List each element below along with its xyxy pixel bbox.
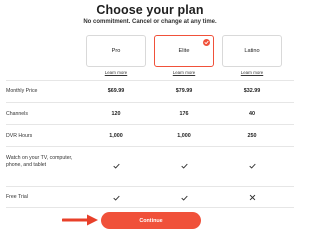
check-icon [222, 163, 282, 169]
learn-more-link-latino[interactable]: Learn more [222, 70, 282, 75]
plan-card-elite[interactable]: Elite [154, 35, 214, 67]
learn-more-link-pro[interactable]: Learn more [86, 70, 146, 75]
dvr-pro: 1,000 [109, 133, 123, 139]
channels-elite: 176 [179, 111, 189, 117]
learn-more-link-elite[interactable]: Learn more [154, 70, 214, 75]
arrow-right-icon [61, 213, 100, 232]
plan-name: Elite [178, 48, 190, 54]
table-row: Channels 120 176 40 [6, 102, 294, 124]
plan-name: Pro [111, 48, 121, 54]
dvr-elite: 1,000 [177, 133, 191, 139]
check-icon [154, 195, 214, 201]
row-label: Channels [6, 111, 28, 117]
row-label: Watch on your TV, computer, phone, and t… [6, 155, 73, 168]
page-title: Choose your plan [96, 3, 204, 17]
check-icon [154, 163, 214, 169]
row-label: DVR Hours [6, 133, 33, 139]
table-row: Monthly Price $69.99 $79.99 $32.99 [6, 80, 294, 100]
price-elite: $79.99 [175, 88, 193, 94]
row-label: Monthly Price [6, 88, 38, 94]
price-pro: $69.99 [107, 88, 125, 94]
check-icon [86, 163, 146, 169]
table-row: DVR Hours 1,000 1,000 250 [6, 124, 294, 146]
plan-card-pro[interactable]: Pro [86, 35, 146, 67]
plan-name: Latino [244, 48, 260, 54]
channels-pro: 120 [111, 111, 121, 117]
row-label: Free Trial [6, 194, 28, 200]
dvr-latino: 250 [247, 133, 257, 139]
price-latino: $32.99 [243, 88, 261, 94]
check-icon [86, 195, 146, 201]
table-row: Watch on your TV, computer, phone, and t… [6, 146, 294, 184]
page-subtitle: No commitment. Cancel or change at any t… [83, 19, 217, 25]
selected-check-icon [203, 39, 210, 46]
plan-card-latino[interactable]: Latino [222, 35, 282, 67]
channels-latino: 40 [249, 111, 255, 117]
table-row: Free Trial [6, 186, 294, 208]
x-icon [222, 194, 282, 201]
continue-button[interactable]: Continue [101, 212, 201, 229]
